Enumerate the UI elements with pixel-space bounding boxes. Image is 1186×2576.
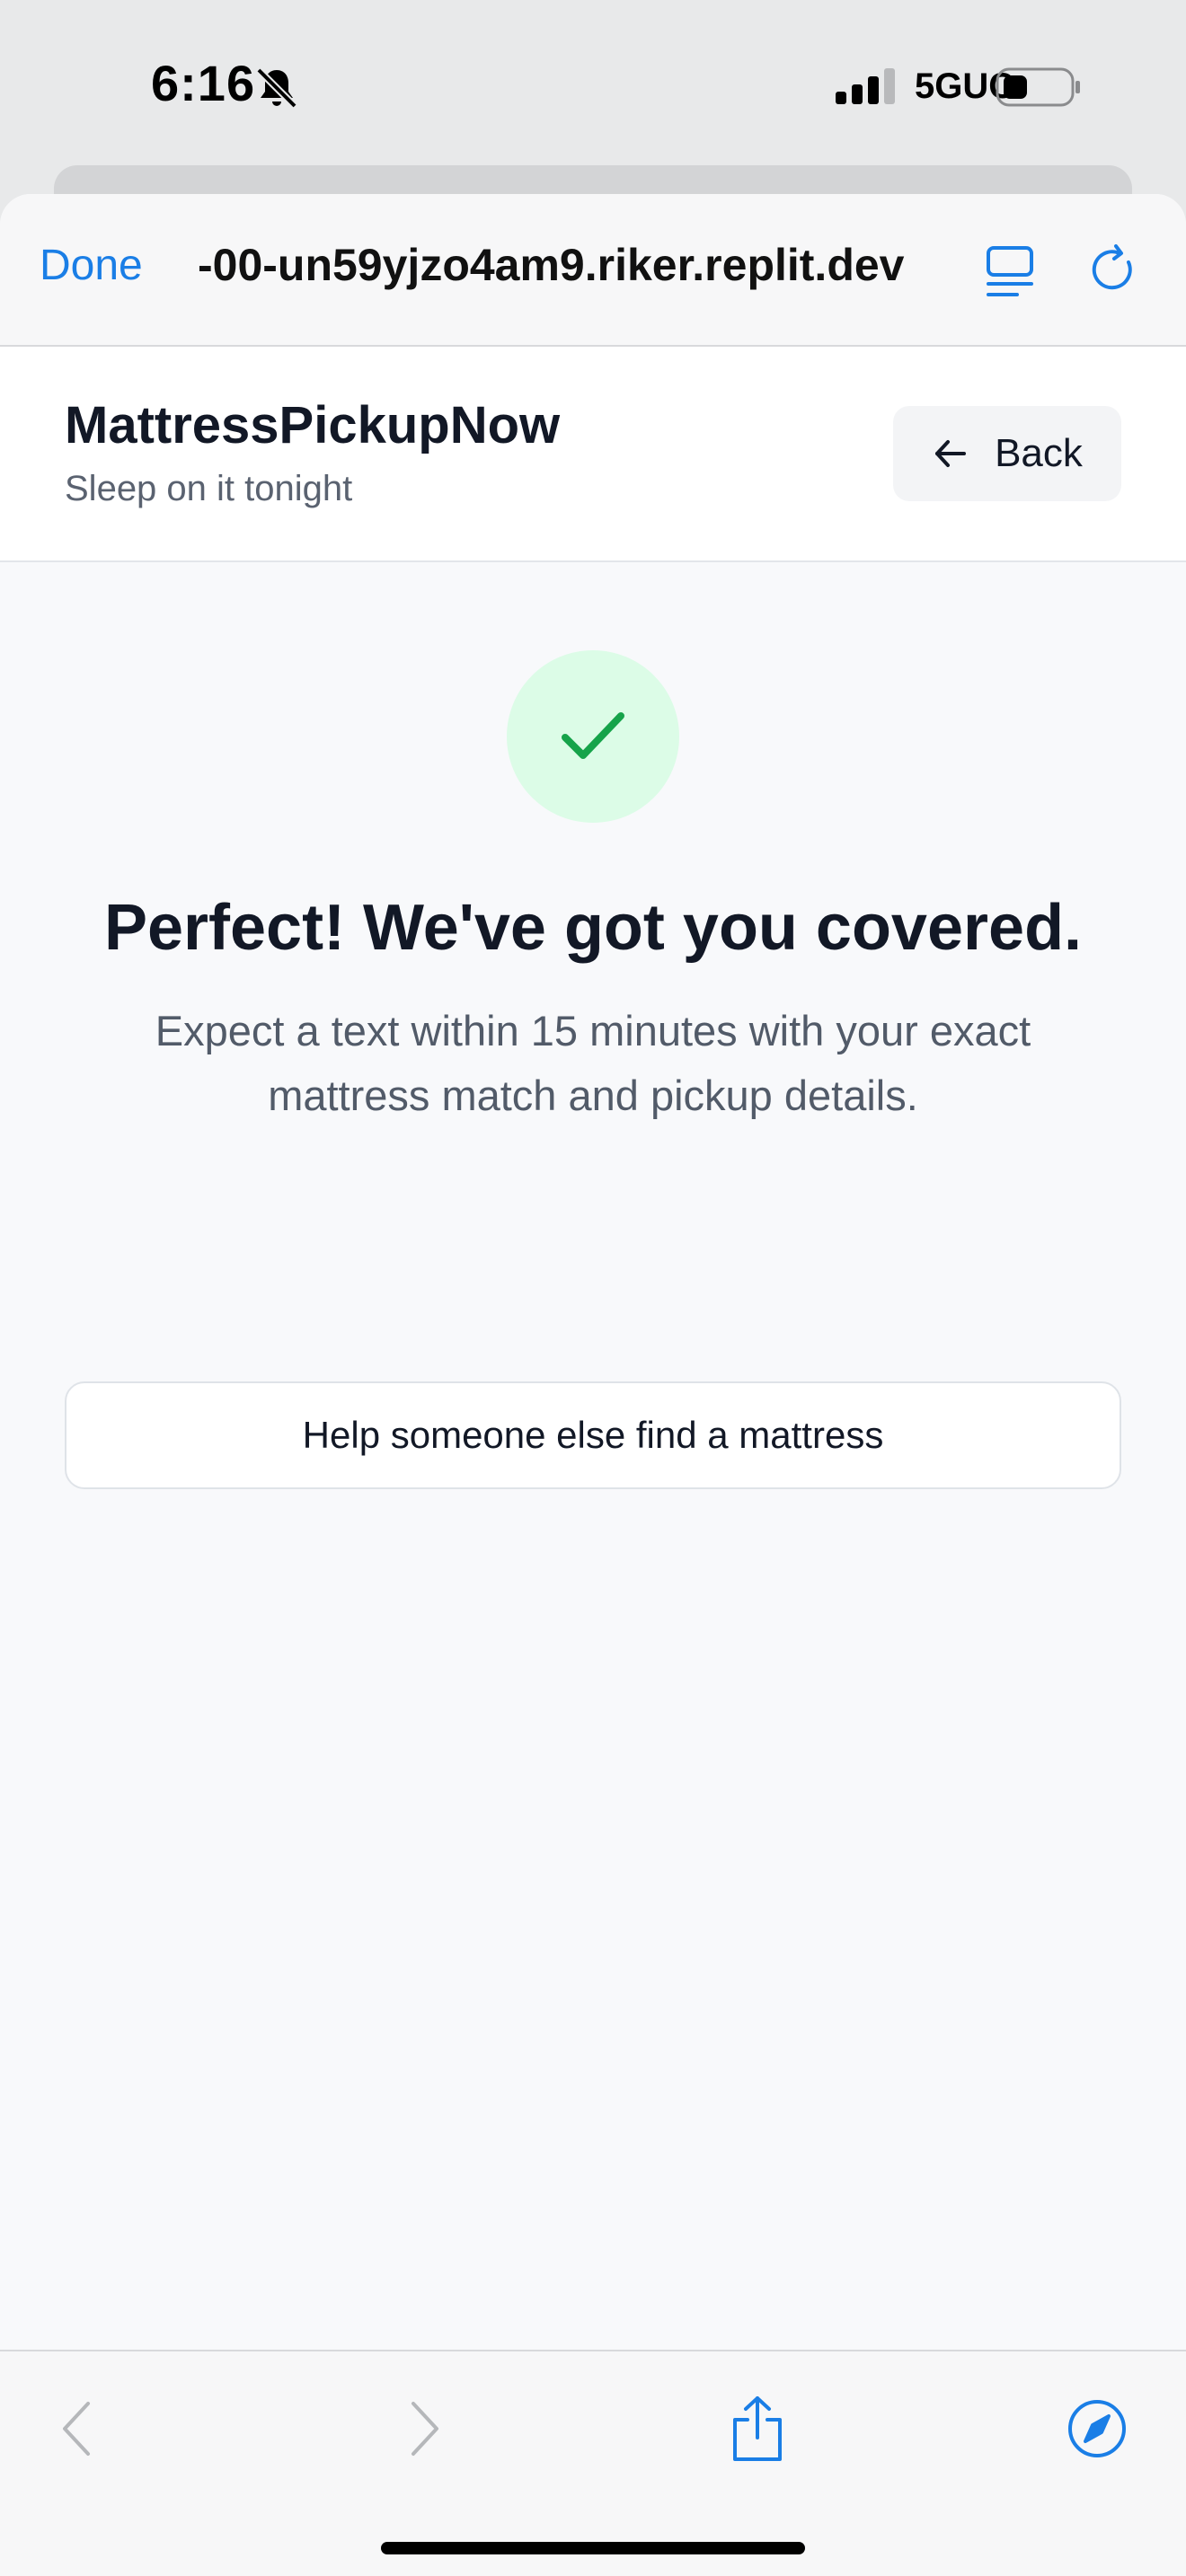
confirmation-message: Expect a text within 15 minutes with you… xyxy=(155,1007,1031,1119)
check-icon xyxy=(562,712,624,759)
reload-icon[interactable] xyxy=(1089,243,1141,298)
battery-icon xyxy=(996,67,1080,107)
compass-icon[interactable] xyxy=(1066,2395,1128,2463)
done-button[interactable]: Done xyxy=(40,241,143,290)
screen: 6:16 5GUC Done -00-un59yjzo4am9.riker.re… xyxy=(0,0,1186,2576)
status-bar: 6:16 5GUC xyxy=(0,0,1186,171)
arrow-left-icon xyxy=(935,440,967,467)
forward-arrow-icon[interactable] xyxy=(392,2395,455,2463)
bell-off-icon xyxy=(256,67,297,109)
help-someone-else-button[interactable]: Help someone else find a mattress xyxy=(65,1381,1121,1489)
browser-sheet: Done -00-un59yjzo4am9.riker.replit.dev M… xyxy=(0,194,1186,2576)
share-icon[interactable] xyxy=(726,2395,789,2463)
back-button[interactable]: Back xyxy=(893,406,1121,501)
back-button-label: Back xyxy=(995,431,1083,475)
reader-icon[interactable] xyxy=(985,244,1035,298)
home-indicator[interactable] xyxy=(381,2542,805,2554)
success-badge xyxy=(507,650,679,823)
brand-tagline: Sleep on it tonight xyxy=(65,469,353,508)
app-header: MattressPickupNow Sleep on it tonight Ba… xyxy=(0,347,1186,562)
brand-name: MattressPickupNow xyxy=(65,396,561,454)
back-arrow-icon[interactable] xyxy=(47,2395,110,2463)
status-time: 6:16 xyxy=(151,55,256,111)
browser-address-bar: Done -00-un59yjzo4am9.riker.replit.dev xyxy=(0,194,1186,347)
url-field[interactable]: -00-un59yjzo4am9.riker.replit.dev xyxy=(198,239,943,291)
cell-signal-icon xyxy=(836,68,895,104)
confirmation-headline: Perfect! We've got you covered. xyxy=(103,892,1083,964)
